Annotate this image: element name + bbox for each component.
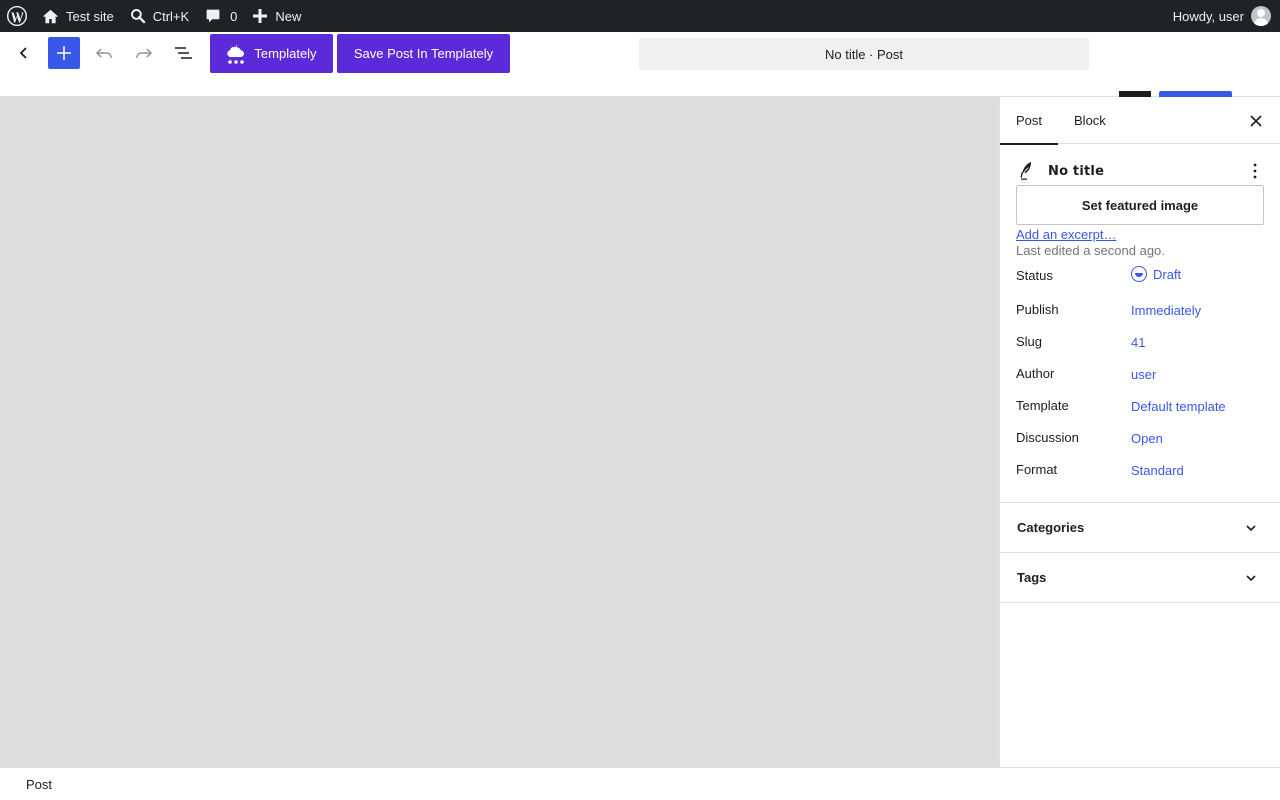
redo-icon	[134, 43, 154, 63]
meta-value-author[interactable]: user	[1131, 367, 1156, 382]
meta-label-template: Template	[1016, 398, 1069, 413]
categories-panel-title: Categories	[1017, 520, 1085, 535]
comment-icon	[205, 8, 221, 24]
site-name: Test site	[66, 8, 114, 24]
comments-count: 0	[230, 8, 238, 24]
more-vertical-icon	[1253, 163, 1257, 179]
meta-value-slug[interactable]: 41	[1131, 335, 1145, 350]
meta-value-format[interactable]: Standard	[1131, 463, 1184, 478]
site-name-link[interactable]: Test site	[34, 0, 122, 32]
breadcrumb[interactable]: Post	[26, 777, 52, 792]
templately-label: Templately	[254, 46, 317, 61]
templately-logo-icon	[226, 43, 246, 65]
meta-row-author: Author user	[1016, 366, 1265, 386]
tags-panel-toggle[interactable]: Tags	[1000, 552, 1280, 602]
set-featured-image-label: Set featured image	[1081, 197, 1199, 213]
meta-row-publish: Publish Immediately	[1016, 302, 1265, 322]
meta-label-author: Author	[1016, 366, 1055, 381]
meta-row-discussion: Discussion Open	[1016, 430, 1265, 450]
tab-post[interactable]: Post	[1000, 97, 1059, 145]
home-icon	[42, 8, 59, 25]
back-button[interactable]	[8, 37, 40, 69]
list-view-icon	[174, 43, 194, 63]
add-block-button[interactable]	[48, 37, 80, 69]
howdy-greeting: Howdy, user	[1172, 8, 1244, 24]
close-icon	[1249, 114, 1263, 128]
new-label: New	[275, 8, 302, 24]
templately-button[interactable]: Templately	[210, 34, 333, 73]
save-post-in-templately-button[interactable]: Save Post In Templately	[337, 34, 510, 73]
document-title: No title · Post	[824, 46, 904, 62]
my-account[interactable]: Howdy, user	[1173, 0, 1280, 32]
meta-label-status: Status	[1016, 268, 1053, 283]
meta-label-format: Format	[1016, 462, 1058, 477]
meta-value-status: Draft	[1153, 267, 1182, 282]
chevron-down-icon	[1239, 516, 1263, 540]
meta-value-publish[interactable]: Immediately	[1131, 303, 1201, 318]
editor-header: Templately Save Post In Templately No ti…	[0, 32, 1280, 97]
search-shortcut[interactable]: Ctrl+K	[122, 0, 197, 32]
plus-icon	[253, 9, 268, 23]
meta-row-status: Status Draft	[1016, 266, 1265, 288]
add-excerpt-link[interactable]: Add an excerpt…	[1016, 227, 1116, 242]
search-shortcut-label: Ctrl+K	[152, 8, 190, 24]
post-summary-card: No title Set featured image Add an excer…	[1016, 157, 1265, 258]
wordpress-logo-icon[interactable]	[0, 0, 34, 32]
set-featured-image-button[interactable]: Set featured image	[1016, 185, 1264, 225]
post-title: No title	[1048, 163, 1105, 179]
plus-icon	[57, 46, 71, 60]
draft-status-icon	[1131, 266, 1147, 282]
panel-divider	[1000, 602, 1280, 603]
editor-canvas[interactable]	[0, 97, 999, 767]
avatar	[1251, 6, 1271, 26]
tab-post-label: Post	[1016, 113, 1043, 128]
meta-value-template[interactable]: Default template	[1131, 399, 1226, 414]
settings-sidebar: Post Block No title Set featured image A…	[999, 97, 1280, 767]
tab-block-label: Block	[1074, 113, 1106, 128]
meta-row-slug: Slug 41	[1016, 334, 1265, 354]
meta-row-template: Template Default template	[1016, 398, 1265, 418]
meta-row-format: Format Standard	[1016, 462, 1265, 482]
meta-value-discussion[interactable]: Open	[1131, 431, 1163, 446]
search-icon	[130, 8, 146, 24]
post-icon	[1016, 161, 1036, 181]
meta-label-discussion: Discussion	[1016, 430, 1079, 445]
close-sidebar-button[interactable]	[1244, 109, 1268, 133]
status-value-button[interactable]: Draft	[1131, 266, 1181, 282]
document-title-bar[interactable]: No title · Post	[639, 38, 1089, 70]
categories-panel-toggle[interactable]: Categories	[1000, 502, 1280, 552]
chevron-left-icon	[16, 45, 32, 61]
chevron-down-icon	[1239, 566, 1263, 590]
undo-icon	[94, 43, 114, 63]
editor-footer: Post	[0, 767, 1280, 800]
meta-label-publish: Publish	[1016, 302, 1059, 317]
save-post-in-templately-label: Save Post In Templately	[353, 46, 494, 61]
last-edited-text: Last edited a second ago.	[1016, 243, 1165, 258]
sidebar-tabs: Post Block	[1000, 97, 1280, 145]
comments-link[interactable]: 0	[197, 0, 245, 32]
meta-label-slug: Slug	[1016, 334, 1043, 349]
tab-block[interactable]: Block	[1058, 97, 1122, 144]
tags-panel-title: Tags	[1017, 570, 1047, 585]
admin-bar: Test site Ctrl+K 0 New Howdy, user	[0, 0, 1280, 32]
new-content-link[interactable]: New	[245, 0, 309, 32]
redo-button[interactable]	[128, 37, 160, 69]
post-actions-button[interactable]	[1245, 159, 1265, 183]
document-overview-button[interactable]	[168, 37, 200, 69]
undo-button[interactable]	[88, 37, 120, 69]
